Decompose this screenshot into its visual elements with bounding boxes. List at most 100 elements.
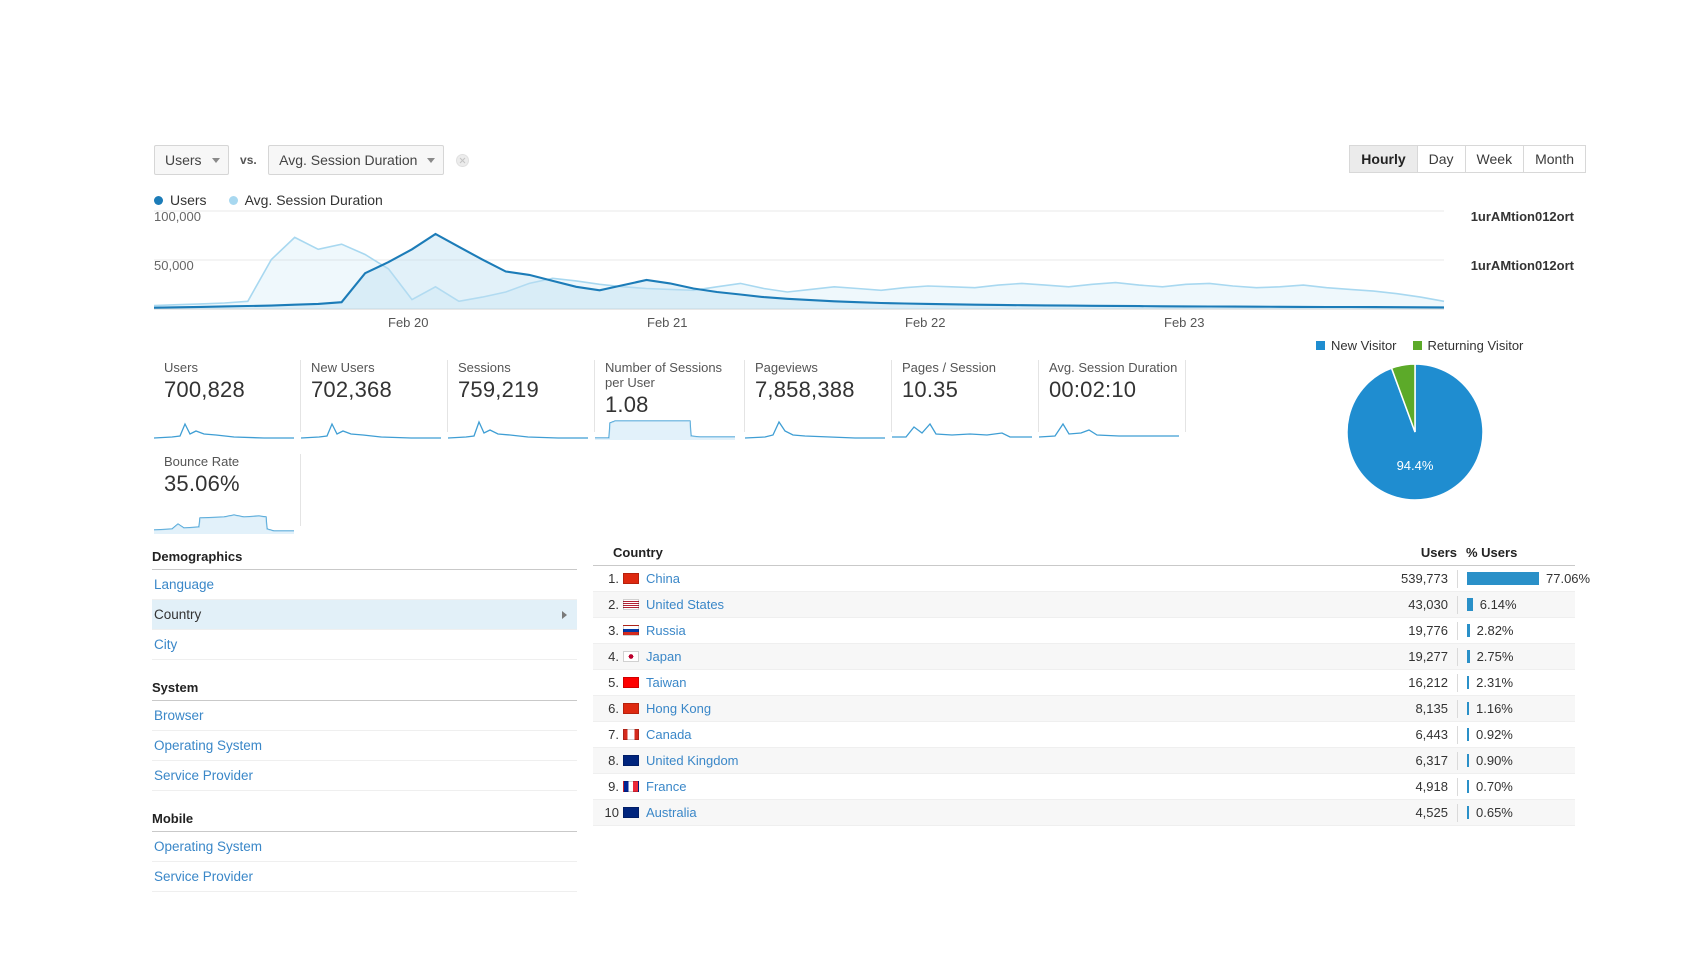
dimension-item-label: Service Provider [154,869,253,884]
flag-icon [623,755,639,766]
country-name-link[interactable]: United Kingdom [646,753,1356,768]
metric-label: Avg. Session Duration [1049,360,1185,375]
flag-icon [623,703,639,714]
metric-label: Users [164,360,300,375]
flag-icon [623,729,639,740]
users-value: 4,525 [1356,805,1448,820]
country-table: Country Users % Users 1.China539,77377.0… [593,545,1575,826]
timeline-chart[interactable]: 100,000 50,000 1urAMtion012ort 1urAMtion… [154,205,1574,320]
country-name-link[interactable]: Taiwan [646,675,1356,690]
metric-card-pageviews[interactable]: Pageviews 7,858,388 [745,360,892,432]
pct-users-cell: 77.06% [1457,570,1575,588]
country-name-link[interactable]: Canada [646,727,1356,742]
metric-card-new-users[interactable]: New Users 702,368 [301,360,448,432]
table-row[interactable]: 1.China539,77377.06% [593,566,1575,592]
dimension-item-country[interactable]: Country [152,600,577,630]
sparkline [1039,414,1179,440]
granularity-month-button[interactable]: Month [1524,145,1586,173]
metric-value: 700,828 [164,377,300,403]
row-rank: 5. [593,675,619,690]
country-table-body: 1.China539,77377.06%2.United States43,03… [593,566,1575,826]
column-header-pct-users[interactable]: % Users [1457,545,1575,560]
users-value: 6,317 [1356,753,1448,768]
pct-bar [1467,650,1470,663]
legend-swatch-icon [1316,341,1325,350]
users-value: 6,443 [1356,727,1448,742]
users-value: 19,776 [1356,623,1448,638]
table-row[interactable]: 5.Taiwan16,2122.31% [593,670,1575,696]
dimension-item-operating-system[interactable]: Operating System [152,832,577,862]
pie-legend-item-returning-visitor[interactable]: Returning Visitor [1413,338,1524,353]
sparkline [595,414,735,440]
table-row[interactable]: 10Australia4,5250.65% [593,800,1575,826]
metric-card-avg-session-duration[interactable]: Avg. Session Duration 00:02:10 [1039,360,1186,432]
users-value: 4,918 [1356,779,1448,794]
country-name-link[interactable]: Japan [646,649,1356,664]
metric-value: 7,858,388 [755,377,891,403]
close-circle-icon[interactable] [456,154,469,167]
secondary-metric-selector[interactable]: Avg. Session Duration [268,145,444,175]
pct-bar [1467,598,1473,611]
metric-card-sessions[interactable]: Sessions 759,219 [448,360,595,432]
pct-bar [1467,754,1469,767]
metric-card-pages-per-session[interactable]: Pages / Session 10.35 [892,360,1039,432]
metric-label: Number of Sessions per User [605,360,744,390]
dimension-item-service-provider[interactable]: Service Provider [152,761,577,791]
pct-bar [1467,806,1469,819]
dimension-item-language[interactable]: Language [152,570,577,600]
table-row[interactable]: 8.United Kingdom6,3170.90% [593,748,1575,774]
pct-value: 0.90% [1476,753,1513,768]
metric-card-bounce-rate[interactable]: Bounce Rate 35.06% [154,454,301,526]
chart-toolbar: Users vs. Avg. Session Duration Hourly D… [154,145,1574,179]
pie-legend-label-new: New Visitor [1331,338,1397,353]
dimension-item-label: Operating System [154,839,262,854]
flag-icon [623,651,639,662]
metric-label: New Users [311,360,447,375]
granularity-hourly-button[interactable]: Hourly [1349,145,1417,173]
column-header-country[interactable]: Country [593,545,1365,560]
dimension-item-browser[interactable]: Browser [152,701,577,731]
pct-bar [1467,702,1469,715]
column-header-users[interactable]: Users [1365,545,1457,560]
pie-legend-item-new-visitor[interactable]: New Visitor [1316,338,1397,353]
sparkline [448,414,588,440]
metric-card-users[interactable]: Users 700,828 [154,360,301,432]
flag-icon [623,807,639,818]
metric-card-sessions-per-user[interactable]: Number of Sessions per User 1.08 [595,360,745,432]
flag-icon [623,677,639,688]
country-name-link[interactable]: France [646,779,1356,794]
table-row[interactable]: 7.Canada6,4430.92% [593,722,1575,748]
x-tick-2: Feb 22 [905,315,945,330]
sparkline [154,508,294,534]
table-row[interactable]: 3.Russia19,7762.82% [593,618,1575,644]
country-name-link[interactable]: United States [646,597,1356,612]
dimension-item-city[interactable]: City [152,630,577,660]
vs-label: vs. [240,153,257,167]
flag-icon [623,625,639,636]
country-name-link[interactable]: Russia [646,623,1356,638]
pct-bar [1467,728,1469,741]
table-row[interactable]: 4.Japan19,2772.75% [593,644,1575,670]
dimension-item-operating-system[interactable]: Operating System [152,731,577,761]
country-name-link[interactable]: Australia [646,805,1356,820]
dimension-item-service-provider[interactable]: Service Provider [152,862,577,892]
granularity-button-group: Hourly Day Week Month [1349,145,1586,173]
legend-swatch-icon [229,196,238,205]
row-rank: 4. [593,649,619,664]
dimension-item-label: Country [154,607,201,622]
table-row[interactable]: 9.France4,9180.70% [593,774,1575,800]
primary-metric-selector[interactable]: Users [154,145,229,175]
visitor-pie-chart[interactable]: 94.4% [1345,362,1485,502]
timeline-plot [154,205,1574,315]
x-tick-3: Feb 23 [1164,315,1204,330]
row-rank: 7. [593,727,619,742]
table-row[interactable]: 2.United States43,0306.14% [593,592,1575,618]
country-name-link[interactable]: Hong Kong [646,701,1356,716]
dimension-group-mobile: Mobile [152,807,577,832]
granularity-day-button[interactable]: Day [1418,145,1466,173]
country-name-link[interactable]: China [646,571,1356,586]
granularity-week-button[interactable]: Week [1466,145,1525,173]
table-row[interactable]: 6.Hong Kong8,1351.16% [593,696,1575,722]
sparkline [745,414,885,440]
pct-users-cell: 0.90% [1457,752,1575,770]
